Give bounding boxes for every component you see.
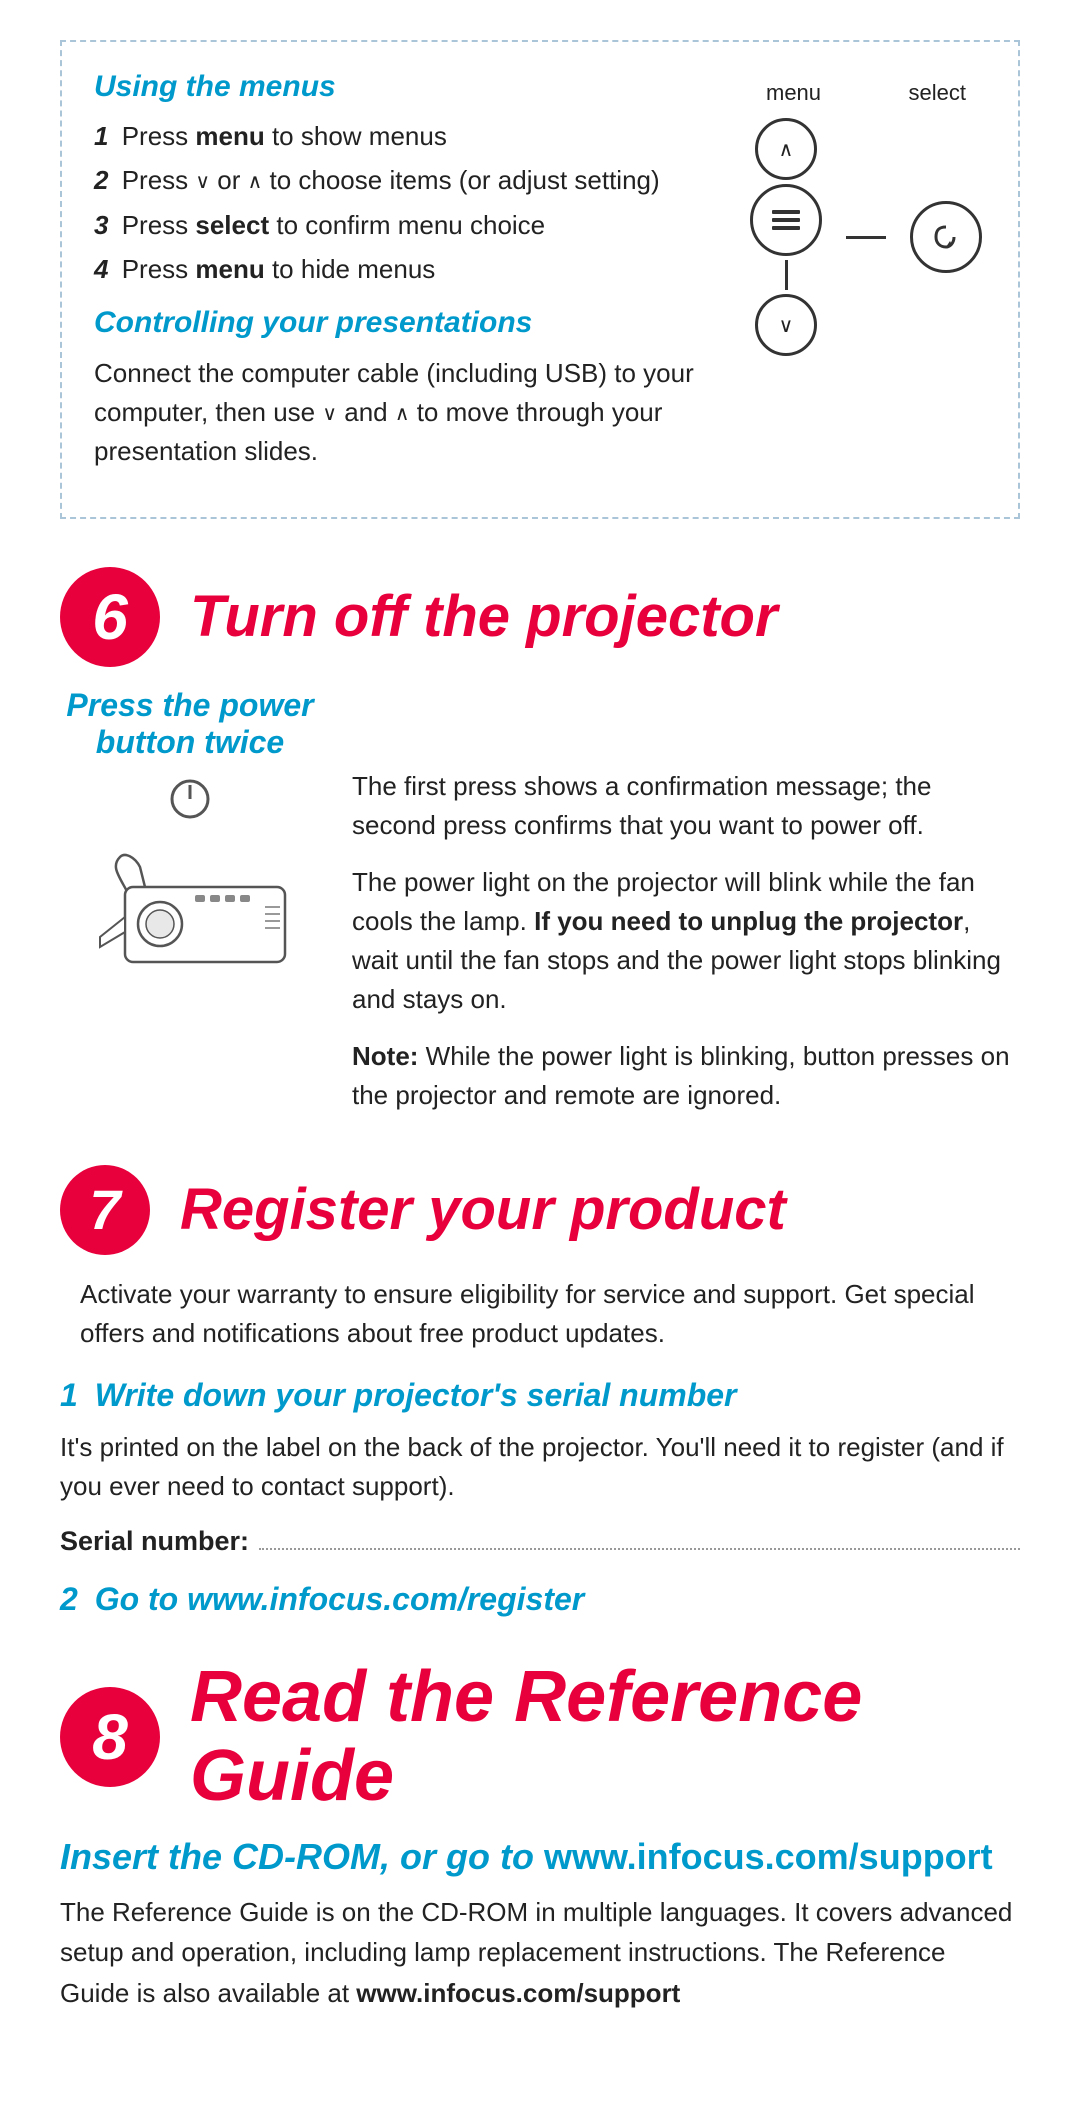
serial-label: Serial number: bbox=[60, 1526, 249, 1557]
menu-steps-list: 1 Press menu to show menus 2 Press ∨ or … bbox=[94, 118, 746, 288]
step-num-4: 4 bbox=[94, 254, 108, 284]
step-6-left: Press the power button twice bbox=[60, 687, 320, 1115]
select-btn bbox=[910, 201, 982, 273]
menu-btn bbox=[750, 184, 822, 256]
projector-illustration bbox=[70, 777, 310, 977]
step-7-body: Activate your warranty to ensure eligibi… bbox=[80, 1275, 1020, 1353]
sub-step-2-url: www.infocus.com/register bbox=[187, 1581, 584, 1617]
step-8-body: The Reference Guide is on the CD-ROM in … bbox=[60, 1892, 1020, 2013]
step-8-circle: 8 bbox=[60, 1687, 160, 1787]
step-6-para1: The first press shows a confirmation mes… bbox=[352, 767, 1020, 845]
menu-label: menu bbox=[766, 80, 821, 106]
step-8-header: 8 Read the Reference Guide bbox=[60, 1658, 1020, 1816]
sub-step-2-text: Go to www.infocus.com/register bbox=[95, 1581, 585, 1617]
remote-line-v bbox=[785, 260, 788, 290]
remote-line-h bbox=[846, 236, 886, 239]
arrow-up-ctrl: ∧ bbox=[395, 403, 410, 425]
step-6-section: 6 Turn off the projector Press the power… bbox=[60, 567, 1020, 1115]
down-arrow-btn: ∨ bbox=[755, 294, 817, 356]
arrow-down-1: ∨ bbox=[195, 172, 210, 194]
info-box: Using the menus 1 Press menu to show men… bbox=[60, 40, 1020, 519]
sub-step-1-heading: 1 Write down your projector's serial num… bbox=[60, 1377, 1020, 1414]
step-7-circle: 7 bbox=[60, 1165, 150, 1255]
step-6-subheading: Press the power button twice bbox=[60, 687, 320, 761]
sub-step-1-num: 1 bbox=[60, 1377, 78, 1413]
step-6-content: Press the power button twice bbox=[60, 687, 1020, 1115]
note-body: While the power light is blinking, butto… bbox=[352, 1041, 1010, 1110]
sub-step-2-container: 2 Go to www.infocus.com/register bbox=[60, 1581, 1020, 1618]
step-6-title: Turn off the projector bbox=[190, 585, 778, 649]
remote-buttons: ∧ ∨ bbox=[750, 118, 982, 356]
remote-labels: menu select bbox=[766, 80, 966, 106]
serial-number-line: Serial number: bbox=[60, 1526, 1020, 1557]
select-label: select bbox=[909, 80, 966, 106]
cd-heading-url: www.infocus.com/support bbox=[544, 1836, 993, 1877]
select-icon bbox=[928, 219, 964, 255]
cd-heading: Insert the CD-ROM, or go to www.infocus.… bbox=[60, 1836, 1020, 1878]
step-6-circle: 6 bbox=[60, 567, 160, 667]
step-6-bold: If you need to unplug the projector bbox=[534, 906, 963, 936]
menu-step-4: 4 Press menu to hide menus bbox=[94, 251, 746, 287]
step-8-body-url: www.infocus.com/support bbox=[356, 1978, 680, 2008]
sub-step-1-body: It's printed on the label on the back of… bbox=[60, 1428, 1020, 1506]
remote-left-col: ∧ ∨ bbox=[750, 118, 822, 356]
step-num-3: 3 bbox=[94, 210, 108, 240]
arrow-up-1: ∧ bbox=[248, 172, 263, 194]
sub-step-2-heading: 2 Go to www.infocus.com/register bbox=[60, 1581, 1020, 1618]
step-8-section: 8 Read the Reference Guide Insert the CD… bbox=[60, 1658, 1020, 2013]
controlling-body: Connect the computer cable (including US… bbox=[94, 354, 746, 471]
using-menus-heading: Using the menus bbox=[94, 70, 746, 104]
step-6-note: Note: While the power light is blinking,… bbox=[352, 1037, 1020, 1115]
step-7-title: Register your product bbox=[180, 1178, 786, 1242]
step-7-section: 7 Register your product Activate your wa… bbox=[60, 1165, 1020, 1618]
up-arrow-btn: ∧ bbox=[755, 118, 817, 180]
remote-diagram: menu select ∧ ∨ bbox=[746, 70, 986, 489]
step-num-1: 1 bbox=[94, 121, 108, 151]
menu-bold-3: select bbox=[195, 210, 269, 240]
info-box-left: Using the menus 1 Press menu to show men… bbox=[94, 70, 746, 489]
step-6-right: The first press shows a confirmation mes… bbox=[352, 687, 1020, 1115]
menu-step-3: 3 Press select to confirm menu choice bbox=[94, 207, 746, 243]
step-7-header: 7 Register your product bbox=[60, 1165, 1020, 1255]
sub-step-2-num: 2 bbox=[60, 1581, 78, 1617]
menu-step-2: 2 Press ∨ or ∧ to choose items (or adjus… bbox=[94, 162, 746, 198]
serial-dotted-line bbox=[259, 1548, 1020, 1550]
cd-heading-text: Insert the CD-ROM, or go to bbox=[60, 1836, 544, 1877]
sub-step-1-title: Write down your projector's serial numbe… bbox=[95, 1377, 737, 1413]
step-6-para2: The power light on the projector will bl… bbox=[352, 863, 1020, 1019]
menu-icon bbox=[768, 202, 804, 238]
step-num-2: 2 bbox=[94, 165, 108, 195]
step-8-title: Read the Reference Guide bbox=[190, 1658, 1020, 1816]
arrow-down-ctrl: ∨ bbox=[322, 403, 337, 425]
menu-step-1: 1 Press menu to show menus bbox=[94, 118, 746, 154]
step-6-header: 6 Turn off the projector bbox=[60, 567, 1020, 667]
controlling-heading: Controlling your presentations bbox=[94, 306, 746, 340]
menu-bold-1: menu bbox=[195, 121, 264, 151]
note-label: Note: bbox=[352, 1041, 418, 1071]
menu-bold-4: menu bbox=[195, 254, 264, 284]
step-6-para1-text: The first press shows a confirmation mes… bbox=[352, 767, 1020, 845]
